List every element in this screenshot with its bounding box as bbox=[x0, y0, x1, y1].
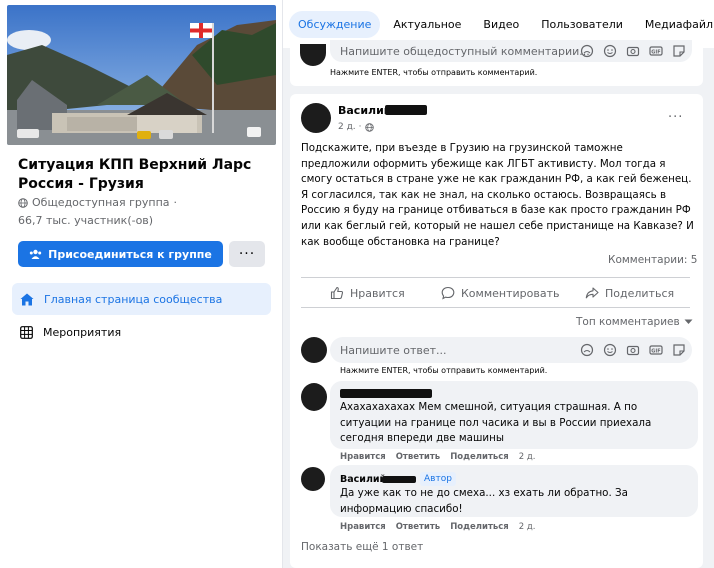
comment-reply-button[interactable]: Ответить bbox=[396, 522, 440, 532]
comment-sort-dropdown[interactable]: Топ комментариев bbox=[576, 316, 693, 328]
share-arrow-icon bbox=[585, 287, 599, 299]
share-button[interactable]: Поделиться bbox=[585, 283, 674, 303]
comment-tools: GIF bbox=[580, 44, 686, 58]
redacted-commenter-name bbox=[340, 389, 432, 398]
sticker-icon[interactable] bbox=[672, 44, 686, 58]
comment-label: Комментировать bbox=[461, 286, 560, 300]
reply-input-placeholder: Напишите ответ... bbox=[340, 343, 447, 357]
svg-text:GIF: GIF bbox=[651, 348, 660, 354]
sticker-icon[interactable] bbox=[672, 343, 686, 357]
group-people-icon bbox=[29, 249, 42, 259]
avatar-sticker-icon[interactable] bbox=[580, 343, 594, 357]
sidebar-item-label: Главная страница сообщества bbox=[44, 292, 223, 306]
tab-videos[interactable]: Видео bbox=[474, 11, 528, 38]
emoji-icon[interactable] bbox=[603, 343, 617, 357]
comment-actions: Нравится Ответить Поделиться 2 д. bbox=[340, 522, 535, 532]
globe-icon bbox=[364, 122, 374, 132]
comment-input-placeholder: Напишите общедоступный комментарии... bbox=[340, 44, 590, 58]
group-members-count[interactable]: 66,7 тыс. участник(-ов) bbox=[18, 214, 153, 227]
group-sidebar: Ситуация КПП Верхний Ларс Россия - Грузи… bbox=[0, 0, 283, 568]
calendar-grid-icon bbox=[20, 325, 33, 339]
reply-input[interactable]: Напишите ответ... GIF bbox=[330, 337, 692, 363]
tab-featured[interactable]: Актуальное bbox=[384, 11, 470, 38]
cover-image bbox=[7, 5, 276, 145]
camera-icon[interactable] bbox=[626, 44, 640, 58]
sidebar-item-community-home[interactable]: Главная страница сообщества bbox=[12, 283, 271, 315]
comments-count[interactable]: Комментарии: 5 bbox=[608, 254, 697, 266]
author-badge: Автор bbox=[420, 472, 456, 486]
comment-share-button[interactable]: Поделиться bbox=[450, 522, 509, 532]
comment-text: Да уже как то не до смеха... хз ехать ли… bbox=[340, 487, 628, 515]
post-body-text: Подскажите, при въезде в Грузию на грузи… bbox=[301, 142, 694, 248]
show-more-replies[interactable]: Показать ещё 1 ответ bbox=[301, 541, 423, 553]
comment-icon bbox=[441, 286, 455, 300]
comment-text: Ахахахахахах Мем смешной, ситуация страш… bbox=[340, 401, 652, 445]
home-icon bbox=[20, 293, 34, 305]
comment-author-name[interactable]: Василий bbox=[340, 474, 386, 485]
author-avatar[interactable] bbox=[301, 103, 331, 133]
enter-hint: Нажмите ENTER, чтобы отправить комментар… bbox=[340, 366, 548, 375]
thumbs-up-icon bbox=[330, 286, 344, 300]
like-button[interactable]: Нравится bbox=[330, 283, 405, 303]
emoji-icon[interactable] bbox=[603, 44, 617, 58]
author-avatar[interactable] bbox=[301, 467, 325, 491]
tab-members[interactable]: Пользователи bbox=[532, 11, 632, 38]
caret-down-icon bbox=[684, 319, 693, 324]
enter-hint: Нажмите ENTER, чтобы отправить комментар… bbox=[330, 68, 538, 77]
post-time-label: 2 д. bbox=[338, 122, 356, 132]
comment-time[interactable]: 2 д. bbox=[519, 522, 536, 532]
comment-input[interactable]: Напишите общедоступный комментарии... GI… bbox=[330, 40, 692, 62]
post-author-label: Василий bbox=[338, 104, 392, 117]
redacted-surname bbox=[382, 476, 416, 483]
group-privacy-dot: · bbox=[173, 196, 178, 209]
comment-like-button[interactable]: Нравится bbox=[340, 452, 386, 462]
post-author-name[interactable]: Василий bbox=[338, 104, 392, 117]
group-privacy: Общедоступная группа · bbox=[18, 196, 177, 209]
comment-sort-label: Топ комментариев bbox=[576, 316, 680, 328]
comment-like-button[interactable]: Нравится bbox=[340, 522, 386, 532]
join-group-label: Присоединиться к группе bbox=[48, 247, 212, 261]
redacted-surname bbox=[385, 105, 427, 115]
post-timestamp[interactable]: 2 д. · bbox=[338, 122, 374, 132]
post-options-button[interactable]: ··· bbox=[668, 110, 683, 125]
comment-share-button[interactable]: Поделиться bbox=[450, 452, 509, 462]
sidebar-item-events[interactable]: Мероприятия bbox=[12, 318, 271, 346]
tab-discussion[interactable]: Обсуждение bbox=[289, 10, 381, 38]
group-cover-photo[interactable] bbox=[7, 5, 276, 145]
group-title[interactable]: Ситуация КПП Верхний Ларс Россия - Грузи… bbox=[18, 156, 258, 194]
tab-media[interactable]: Медиафайлы bbox=[636, 11, 714, 38]
sidebar-item-label: Мероприятия bbox=[43, 325, 122, 339]
like-label: Нравится bbox=[350, 286, 405, 300]
svg-text:GIF: GIF bbox=[651, 49, 660, 55]
post-time-dot: · bbox=[358, 122, 362, 132]
avatar-sticker-icon[interactable] bbox=[580, 44, 594, 58]
commenter-avatar[interactable] bbox=[301, 383, 327, 411]
comment-reply-button[interactable]: Ответить bbox=[396, 452, 440, 462]
comment-actions: Нравится Ответить Поделиться 2 д. bbox=[340, 452, 535, 462]
divider bbox=[301, 307, 690, 308]
divider bbox=[301, 277, 690, 278]
gif-icon[interactable]: GIF bbox=[649, 343, 663, 357]
group-more-button[interactable]: ··· bbox=[229, 241, 265, 267]
comment-time[interactable]: 2 д. bbox=[519, 452, 536, 462]
share-label: Поделиться bbox=[605, 286, 675, 300]
join-group-button[interactable]: Присоединиться к группе bbox=[18, 241, 223, 267]
group-privacy-label: Общедоступная группа bbox=[32, 196, 170, 209]
camera-icon[interactable] bbox=[626, 343, 640, 357]
reply-tools: GIF bbox=[580, 343, 686, 357]
comment-button[interactable]: Комментировать bbox=[441, 283, 559, 303]
gif-icon[interactable]: GIF bbox=[649, 44, 663, 58]
user-avatar bbox=[301, 337, 327, 363]
globe-icon bbox=[18, 197, 28, 208]
